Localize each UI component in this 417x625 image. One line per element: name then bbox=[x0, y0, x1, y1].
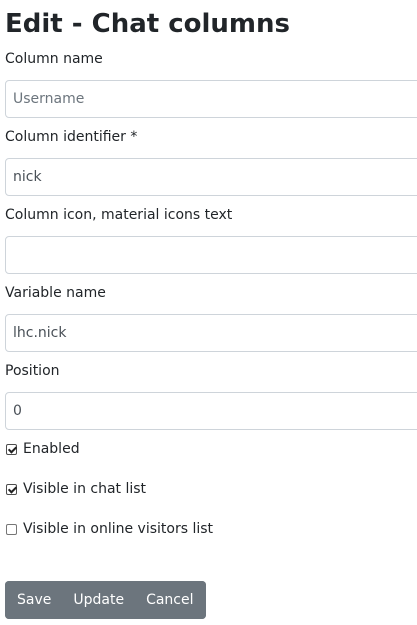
column-name-input[interactable] bbox=[5, 80, 417, 118]
position-input[interactable] bbox=[5, 392, 417, 430]
visible-in-online-visitors-list-checkbox[interactable] bbox=[6, 523, 17, 535]
variable-name-input[interactable] bbox=[5, 314, 417, 352]
column-identifier-label: Column identifier * bbox=[5, 129, 138, 145]
enabled-checkbox-label[interactable]: Enabled bbox=[23, 439, 80, 459]
page-title: Edit - Chat columns bbox=[5, 9, 290, 39]
visible-in-chat-list-checkbox[interactable] bbox=[6, 483, 17, 495]
column-identifier-input[interactable] bbox=[5, 158, 417, 196]
enabled-checkbox[interactable] bbox=[6, 443, 17, 455]
visible-in-online-visitors-list-checkbox-row[interactable]: Visible in online visitors list bbox=[5, 519, 213, 539]
visible-in-chat-list-checkbox-row[interactable]: Visible in chat list bbox=[5, 479, 146, 499]
update-button[interactable]: Update bbox=[62, 581, 136, 619]
cancel-button[interactable]: Cancel bbox=[135, 581, 206, 619]
column-icon-label: Column icon, material icons text bbox=[5, 207, 233, 223]
enabled-checkbox-row[interactable]: Enabled bbox=[5, 439, 80, 459]
visible-in-chat-list-label[interactable]: Visible in chat list bbox=[23, 479, 146, 499]
column-icon-input[interactable] bbox=[5, 236, 417, 274]
save-button[interactable]: Save bbox=[5, 581, 63, 619]
column-name-label: Column name bbox=[5, 51, 103, 67]
action-button-group: Save Update Cancel bbox=[5, 581, 206, 619]
variable-name-label: Variable name bbox=[5, 285, 106, 301]
visible-in-online-visitors-list-label[interactable]: Visible in online visitors list bbox=[23, 519, 213, 539]
position-label: Position bbox=[5, 363, 60, 379]
